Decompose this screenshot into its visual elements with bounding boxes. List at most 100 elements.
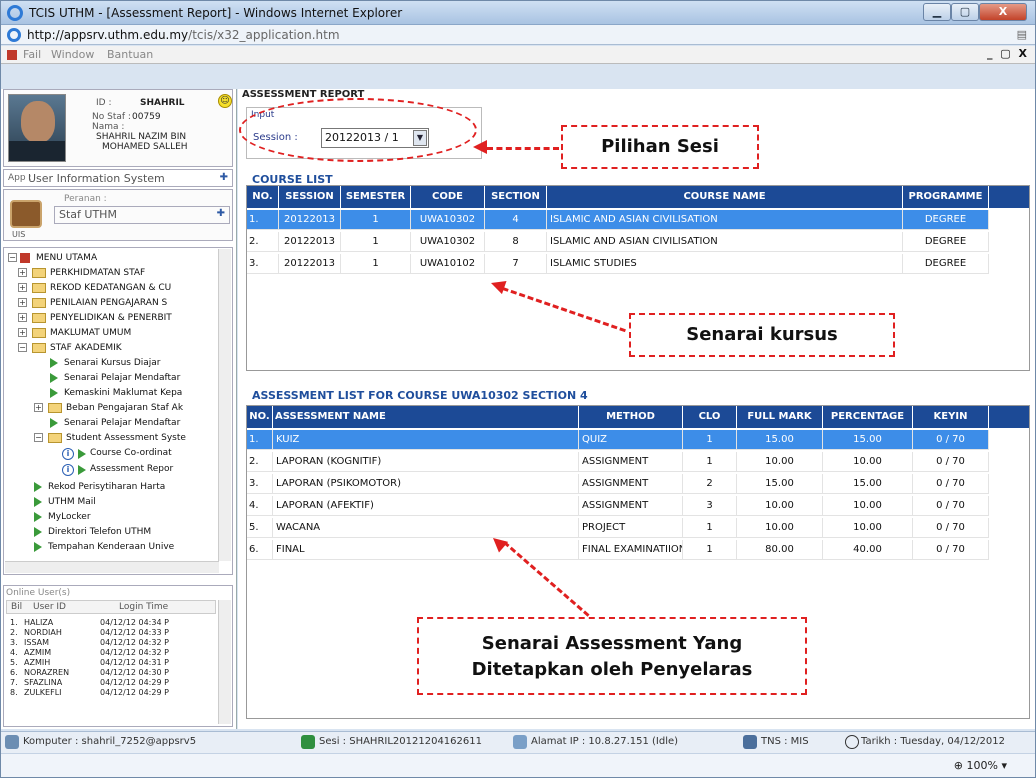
cell-programme: DEGREE <box>903 232 989 252</box>
arrow-icon <box>34 512 42 522</box>
callout-line1: Senarai Assessment Yang <box>481 633 743 654</box>
info-icon: i <box>62 464 74 476</box>
tree-item-selected[interactable]: Assessment Repor <box>90 464 173 474</box>
session-icon <box>301 735 315 749</box>
cell-programme: DEGREE <box>903 210 989 230</box>
cell-code: UWA10102 <box>411 254 485 274</box>
tree-item[interactable]: UTHM Mail <box>48 497 96 507</box>
assessment-row[interactable]: 4. LAPORAN (AFEKTIF) ASSIGNMENT 3 10.00 … <box>247 496 989 516</box>
collapse-icon[interactable]: − <box>8 253 17 262</box>
user-time: 04/12/12 04:31 P <box>100 658 169 667</box>
cell-percentage: 15.00 <box>823 474 913 494</box>
folder-icon <box>32 298 46 308</box>
menu-fail[interactable]: Fail <box>23 48 41 61</box>
cell-keyin: 0 / 70 <box>913 540 989 560</box>
col-login-time[interactable]: Login Time <box>119 602 168 612</box>
status-ip: Alamat IP : 10.8.27.151 (Idle) <box>531 736 679 747</box>
cell-course-name: ISLAMIC STUDIES <box>547 254 903 274</box>
tree-folder[interactable]: MAKLUMAT UMUM <box>50 328 131 338</box>
role-value: Staf UTHM <box>59 208 117 221</box>
tree-vertical-scrollbar[interactable] <box>218 249 231 561</box>
mdi-controls[interactable]: _ ▢ X <box>987 47 1029 60</box>
expand-icon[interactable]: + <box>18 298 27 307</box>
cell-clo: 1 <box>683 540 737 560</box>
cell-method: QUIZ <box>579 430 683 450</box>
minimize-button[interactable]: ▁ <box>923 3 951 21</box>
folder-icon <box>48 403 62 413</box>
course-row-selected[interactable]: 1. 20122013 1 UWA10302 4 ISLAMIC AND ASI… <box>247 210 989 230</box>
cell-percentage: 10.00 <box>823 496 913 516</box>
menu-bar: Fail Window Bantuan _ ▢ X <box>1 46 1035 64</box>
tree-folder[interactable]: Student Assessment Syste <box>66 433 186 443</box>
col-session: SESSION <box>279 186 341 208</box>
tree-folder[interactable]: PENILAIAN PENGAJARAN S <box>50 298 167 308</box>
tree-root[interactable]: MENU UTAMA <box>36 253 97 263</box>
cell-no: 1. <box>247 430 273 450</box>
user-id: HALIZA <box>24 618 54 627</box>
tree-item[interactable]: Senarai Pelajar Mendaftar <box>64 418 180 428</box>
arrow-icon <box>34 527 42 537</box>
address-url[interactable]: http://appsrv.uthm.edu.my/tcis/x32_appli… <box>27 28 340 42</box>
menu-window[interactable]: Window <box>51 48 94 61</box>
collapse-icon[interactable]: − <box>34 433 43 442</box>
assessment-row[interactable]: 3. LAPORAN (PSIKOMOTOR) ASSIGNMENT 2 15.… <box>247 474 989 494</box>
cell-no: 6. <box>247 540 273 560</box>
menu-bantuan[interactable]: Bantuan <box>107 48 153 61</box>
online-scrollbar[interactable] <box>218 600 231 724</box>
tree-folder[interactable]: REKOD KEDATANGAN & CU <box>50 283 171 293</box>
compat-view-icon[interactable]: ▤ <box>1017 28 1027 41</box>
assessment-row[interactable]: 5. WACANA PROJECT 1 10.00 10.00 0 / 70 <box>247 518 989 538</box>
tree-item[interactable]: Tempahan Kenderaan Unive <box>48 542 174 552</box>
cell-programme: DEGREE <box>903 254 989 274</box>
tree-horizontal-scrollbar[interactable] <box>5 561 219 573</box>
cell-no: 4. <box>247 496 273 516</box>
tree-folder[interactable]: PERKHIDMATAN STAF <box>50 268 145 278</box>
tree-folder[interactable]: Beban Pengajaran Staf Ak <box>66 403 183 413</box>
assessment-row[interactable]: 6. FINAL FINAL EXAMINATIION 1 80.00 40.0… <box>247 540 989 560</box>
cell-percentage: 10.00 <box>823 452 913 472</box>
expand-icon[interactable]: + <box>18 268 27 277</box>
user-no: 7. <box>10 678 18 687</box>
user-no: 5. <box>10 658 18 667</box>
user-no: 1. <box>10 618 18 627</box>
info-icon: i <box>62 448 74 460</box>
expand-icon[interactable]: + <box>18 313 27 322</box>
collapse-icon[interactable]: − <box>18 343 27 352</box>
address-bar[interactable]: http://appsrv.uthm.edu.my/tcis/x32_appli… <box>1 25 1035 45</box>
assessment-row-selected[interactable]: 1. KUIZ QUIZ 1 15.00 15.00 0 / 70 <box>247 430 989 450</box>
col-filler <box>989 406 1029 428</box>
arrow-icon <box>78 465 86 475</box>
tree-item[interactable]: MyLocker <box>48 512 91 522</box>
tree-item[interactable]: Course Co-ordinat <box>90 448 172 458</box>
cell-keyin: 0 / 70 <box>913 452 989 472</box>
app-menu-icon[interactable] <box>7 50 17 60</box>
role-select[interactable]: Staf UTHM ✚ <box>54 206 230 224</box>
expand-icon[interactable]: + <box>18 328 27 337</box>
assessment-row[interactable]: 2. LAPORAN (KOGNITIF) ASSIGNMENT 1 10.00… <box>247 452 989 472</box>
user-time: 04/12/12 04:32 P <box>100 648 169 657</box>
cell-semester: 1 <box>341 254 411 274</box>
tree-item[interactable]: Senarai Pelajar Mendaftar <box>64 373 180 383</box>
user-no: 4. <box>10 648 18 657</box>
zoom-level[interactable]: ⊕ 100% ▾ <box>954 759 1007 772</box>
name-line2: MOHAMED SALLEH <box>102 142 188 152</box>
tree-folder[interactable]: STAF AKADEMIK <box>50 343 122 353</box>
tree-item[interactable]: Kemaskini Maklumat Kepa <box>64 388 182 398</box>
cell-method: FINAL EXAMINATIION <box>579 540 683 560</box>
arrow-icon <box>50 358 58 368</box>
close-button[interactable]: X <box>979 3 1027 21</box>
tree-item[interactable]: Rekod Perisytiharan Harta <box>48 482 165 492</box>
tree-item[interactable]: Senarai Kursus Diajar <box>64 358 161 368</box>
maximize-button[interactable]: ▢ <box>951 3 979 21</box>
tree-folder[interactable]: PENYELIDIKAN & PENERBIT <box>50 313 172 323</box>
course-row[interactable]: 3. 20122013 1 UWA10102 7 ISLAMIC STUDIES… <box>247 254 989 274</box>
computer-icon <box>5 735 19 749</box>
cell-keyin: 0 / 70 <box>913 496 989 516</box>
app-select[interactable]: App : User Information System ✚ <box>3 169 233 187</box>
col-user-id[interactable]: User ID <box>33 602 66 612</box>
course-row[interactable]: 2. 20122013 1 UWA10302 8 ISLAMIC AND ASI… <box>247 232 989 252</box>
tree-item[interactable]: Direktori Telefon UTHM <box>48 527 151 537</box>
expand-icon[interactable]: + <box>18 283 27 292</box>
cell-method: PROJECT <box>579 518 683 538</box>
expand-icon[interactable]: + <box>34 403 43 412</box>
